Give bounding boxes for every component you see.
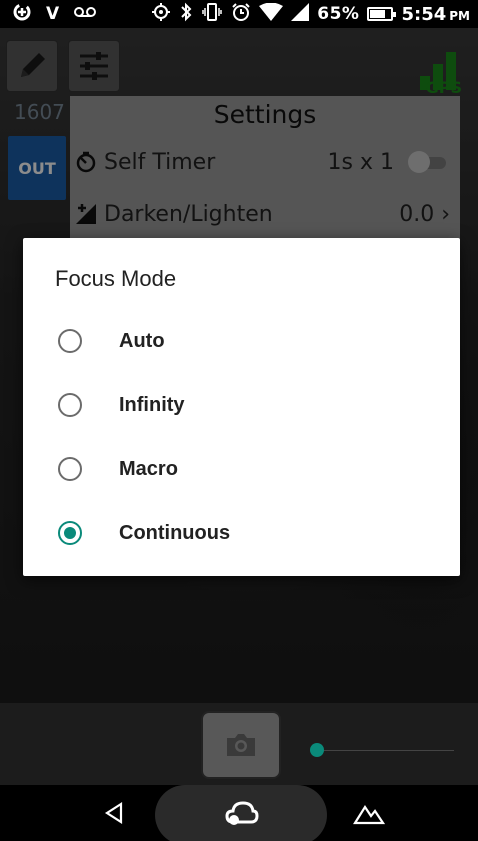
alarm-icon <box>231 2 251 27</box>
radio-button[interactable] <box>58 329 82 353</box>
clock: 5:54 PM <box>401 4 470 25</box>
zoom-slider-track[interactable] <box>322 750 454 751</box>
clock-ampm: PM <box>449 8 470 23</box>
camera-icon <box>227 734 255 756</box>
camera-controls <box>0 703 478 785</box>
bluetooth-icon <box>179 2 193 27</box>
focus-option-infinity[interactable]: Infinity <box>23 377 460 433</box>
option-label: Continuous <box>119 521 231 544</box>
radio-button-checked[interactable] <box>58 521 82 545</box>
home-icon-wrap <box>220 785 264 841</box>
status-bar: V 65% 5:54 PM <box>0 0 478 28</box>
dialog-title: Focus Mode <box>55 266 177 291</box>
data-saver-icon <box>12 2 32 27</box>
status-right: 65% 5:54 PM <box>151 2 470 27</box>
battery-percent: 65% <box>317 4 360 24</box>
gps-crosshair-icon <box>151 2 171 27</box>
carrier-v-text: V <box>46 4 60 24</box>
navigation-bar <box>0 785 478 841</box>
option-label: Infinity <box>119 393 185 416</box>
home-cloud-icon <box>225 801 259 825</box>
voicemail-icon <box>73 4 96 24</box>
focus-option-auto[interactable]: Auto <box>23 313 460 369</box>
status-left: V <box>12 3 96 25</box>
option-label: Macro <box>119 457 178 480</box>
shutter-button[interactable] <box>201 711 281 779</box>
wifi-icon <box>259 2 284 26</box>
focus-option-macro[interactable]: Macro <box>23 441 460 497</box>
mountains-icon <box>353 804 385 825</box>
radio-button[interactable] <box>58 457 82 481</box>
back-triangle-icon <box>104 802 123 824</box>
vibrate-icon <box>201 2 223 27</box>
recents-button[interactable] <box>346 785 392 841</box>
focus-mode-dialog: Focus Mode Auto Infinity Macro Continuou… <box>23 238 460 576</box>
zoom-slider-thumb[interactable] <box>310 743 324 757</box>
clock-time: 5:54 <box>401 3 447 25</box>
battery-icon <box>367 7 397 21</box>
option-label: Auto <box>119 329 165 352</box>
cell-signal-icon <box>291 2 310 26</box>
back-button[interactable] <box>92 785 136 841</box>
focus-option-continuous[interactable]: Continuous <box>23 505 460 561</box>
radio-button[interactable] <box>58 393 82 417</box>
